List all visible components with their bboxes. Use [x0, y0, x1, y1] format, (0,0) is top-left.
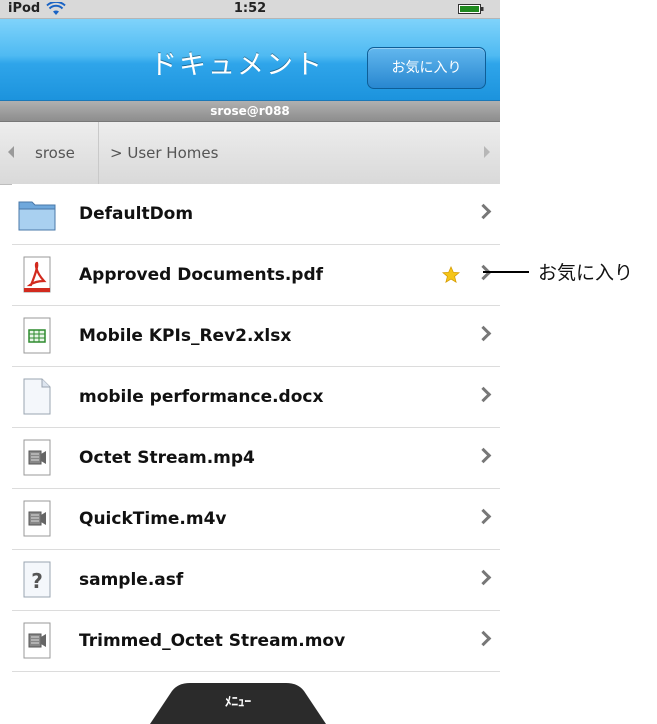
scroll-right-icon[interactable] [484, 146, 490, 158]
chevron-right-icon [475, 386, 492, 403]
list-item[interactable]: Trimmed_Octet Stream.mov [12, 611, 500, 672]
user-account-label: srose@r088 [0, 101, 500, 122]
battery-icon [458, 4, 484, 14]
list-item[interactable]: Mobile KPIs_Rev2.xlsx [12, 306, 500, 367]
chevron-right-icon [475, 508, 492, 525]
chevron-right-icon [475, 447, 492, 464]
callout-line [483, 271, 529, 273]
file-name: DefaultDom [79, 204, 194, 224]
list-item[interactable]: ? sample.asf [12, 550, 500, 611]
navigation-bar: ドキュメント お気に入り [0, 19, 500, 101]
file-list: DefaultDom Approved Documents.pdf Mobile… [0, 184, 500, 672]
video-icon [23, 622, 51, 659]
file-name: mobile performance.docx [79, 387, 324, 407]
video-icon [23, 500, 51, 537]
status-bar: iPod 1:52 [0, 0, 500, 19]
folder-icon [18, 201, 56, 231]
favorite-star-icon[interactable] [442, 266, 460, 284]
chevron-right-icon [475, 630, 492, 647]
list-item[interactable]: QuickTime.m4v [12, 489, 500, 550]
callout-label: お気に入り [538, 262, 634, 284]
file-name: Mobile KPIs_Rev2.xlsx [79, 326, 292, 346]
scroll-left-icon[interactable] [8, 146, 14, 158]
breadcrumb-item-user-homes[interactable]: > User Homes [104, 122, 218, 184]
page-title: ドキュメント [150, 50, 324, 81]
file-name: sample.asf [79, 570, 184, 590]
menu-tab[interactable]: ﾒﾆｭｰ [150, 683, 326, 724]
pdf-icon [23, 256, 51, 293]
ipod-screen: iPod 1:52 ドキュメント お気に入り srose@r088 srose … [0, 0, 500, 724]
unknown-file-icon: ? [23, 561, 51, 598]
chevron-right-icon [475, 325, 492, 342]
clock: 1:52 [233, 1, 267, 16]
video-icon [23, 439, 51, 476]
chevron-right-icon [475, 569, 492, 586]
favorites-button[interactable]: お気に入り [367, 47, 486, 89]
spreadsheet-icon [23, 317, 51, 354]
breadcrumb-item-srose[interactable]: srose [19, 122, 99, 184]
file-name: Octet Stream.mp4 [79, 448, 255, 468]
file-name: Approved Documents.pdf [79, 265, 324, 285]
list-item[interactable]: Octet Stream.mp4 [12, 428, 500, 489]
list-item[interactable]: mobile performance.docx [12, 367, 500, 428]
list-item[interactable]: Approved Documents.pdf [12, 245, 500, 306]
chevron-right-icon [475, 203, 492, 220]
list-item[interactable]: DefaultDom [12, 184, 500, 245]
breadcrumb: srose > User Homes [0, 122, 500, 185]
svg-text:?: ? [31, 569, 43, 593]
file-name: QuickTime.m4v [79, 509, 227, 529]
menu-label: ﾒﾆｭｰ [225, 695, 251, 710]
file-name: Trimmed_Octet Stream.mov [79, 631, 346, 651]
document-icon [23, 378, 51, 415]
